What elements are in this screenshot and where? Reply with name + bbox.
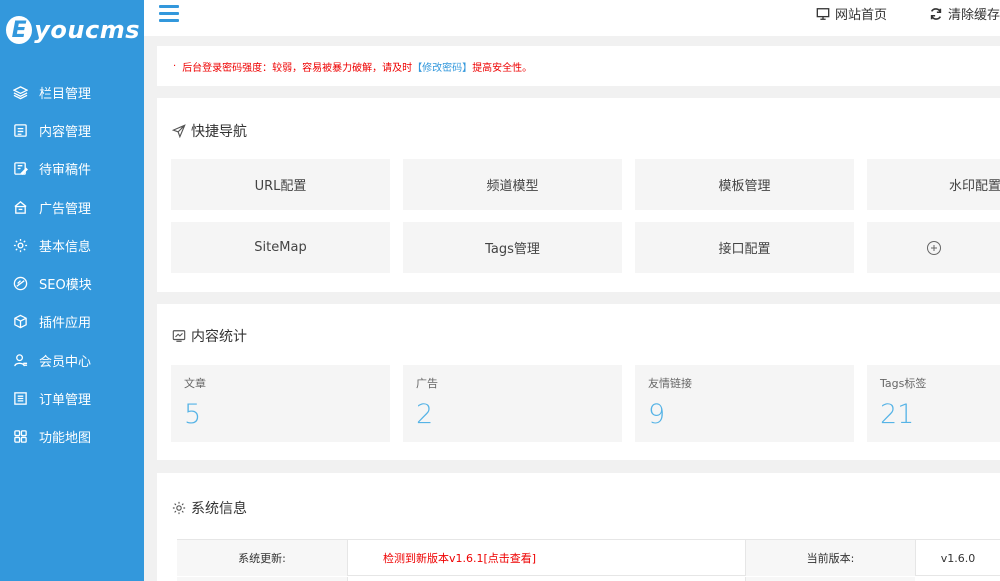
top-header: 网站首页 清除缓存 — [144, 0, 1000, 36]
menu-bar — [159, 19, 179, 22]
system-info-panel: 系统信息 系统更新: 检测到新版本v1.6.1[点击查看] 当前版本: v1.6… — [157, 473, 1000, 581]
sidebar-item-label: 功能地图 — [39, 431, 92, 447]
content-stats-panel: 内容统计 文章 5 广告 2 友情链接 9 Tags标签 21 — [157, 304, 1000, 460]
menu-bar — [159, 12, 179, 15]
quick-nav-title-text: 快捷导航 — [191, 124, 247, 140]
sidebar-nav: 栏目管理 内容管理 待审稿件 广告管理 基本信息 SEO模块 插件应用 会员中心… — [0, 73, 144, 456]
sidebar-item-orders[interactable]: 订单管理 — [0, 379, 144, 417]
stat-label: 友情链接 — [648, 377, 692, 390]
table-row — [177, 577, 1000, 581]
sysinfo-table: 系统更新: 检测到新版本v1.6.1[点击查看] 当前版本: v1.6.0 — [177, 539, 1000, 581]
order-icon — [12, 391, 28, 407]
stat-label: Tags标签 — [880, 377, 927, 390]
menu-bar — [159, 5, 179, 8]
grid-icon — [12, 429, 28, 445]
stat-card-links[interactable]: 友情链接 9 — [635, 365, 854, 442]
clear-cache-link[interactable]: 清除缓存 — [929, 4, 1000, 23]
gear-icon — [12, 237, 28, 253]
menu-toggle-button[interactable] — [159, 5, 179, 23]
sidebar-item-function-map[interactable]: 功能地图 — [0, 418, 144, 456]
notice-suffix: 提高安全性。 — [472, 62, 533, 74]
update-label: 系统更新: — [177, 540, 347, 576]
row-divider — [347, 577, 348, 581]
logo[interactable]: E youcms — [6, 10, 140, 50]
monitor-icon — [816, 7, 830, 20]
sidebar: E youcms 栏目管理 内容管理 待审稿件 广告管理 基本信息 SEO模块 — [0, 0, 144, 581]
paper-plane-icon — [172, 124, 186, 138]
gear-icon — [172, 501, 186, 515]
sidebar-item-label: SEO模块 — [39, 278, 92, 294]
plus-circle-icon — [926, 240, 941, 255]
logo-badge: E — [6, 16, 33, 44]
sidebar-item-basic-info[interactable]: 基本信息 — [0, 226, 144, 264]
stat-label: 广告 — [416, 377, 438, 390]
document-icon — [12, 122, 28, 138]
stats-title: 内容统计 — [172, 326, 247, 346]
notice-bullet: · — [173, 60, 177, 72]
sidebar-item-label: 待审稿件 — [39, 163, 92, 179]
stat-value: 2 — [416, 399, 434, 430]
sidebar-item-plugins[interactable]: 插件应用 — [0, 303, 144, 341]
stat-card-ads[interactable]: 广告 2 — [403, 365, 622, 442]
add-shortcut-button[interactable] — [867, 222, 1000, 273]
sidebar-item-label: 订单管理 — [39, 393, 92, 409]
stat-label: 文章 — [184, 377, 206, 390]
sysinfo-title: 系统信息 — [172, 498, 247, 518]
stat-value: 9 — [648, 399, 666, 430]
url-config-button[interactable]: URL配置 — [171, 159, 390, 210]
row-cell — [745, 577, 915, 581]
stat-card-articles[interactable]: 文章 5 — [171, 365, 390, 442]
row-cell — [177, 577, 347, 581]
sidebar-item-pending[interactable]: 待审稿件 — [0, 150, 144, 188]
site-home-label: 网站首页 — [835, 8, 888, 23]
site-home-link[interactable]: 网站首页 — [816, 4, 887, 23]
notice-prefix: 后台登录密码强度：较弱，容易被暴力破解，请及时 — [182, 62, 413, 74]
table-row: 系统更新: 检测到新版本v1.6.1[点击查看] 当前版本: v1.6.0 — [177, 540, 1000, 576]
api-config-button[interactable]: 接口配置 — [635, 222, 854, 273]
refresh-icon — [930, 7, 942, 20]
edit-document-icon — [12, 161, 28, 177]
stat-card-tags[interactable]: Tags标签 21 — [867, 365, 1000, 442]
template-manage-button[interactable]: 模板管理 — [635, 159, 854, 210]
watermark-config-button[interactable]: 水印配置 — [867, 159, 1000, 210]
password-notice: · 后台登录密码强度：较弱，容易被暴力破解，请及时 【修改密码】 提高安全性。 — [157, 46, 1000, 86]
layers-icon — [12, 84, 28, 100]
update-check-link[interactable]: 检测到新版本v1.6.1[点击查看] — [347, 540, 745, 576]
logo-text: youcms — [34, 16, 140, 44]
change-password-link[interactable]: 【修改密码】 — [412, 59, 472, 74]
sidebar-item-content[interactable]: 内容管理 — [0, 111, 144, 149]
clear-cache-label: 清除缓存 — [948, 8, 1000, 23]
sitemap-button[interactable]: SiteMap — [171, 222, 390, 273]
sidebar-item-seo[interactable]: SEO模块 — [0, 264, 144, 302]
sidebar-item-label: 会员中心 — [39, 354, 92, 370]
sidebar-item-label: 广告管理 — [39, 201, 92, 217]
sysinfo-title-text: 系统信息 — [191, 501, 247, 517]
channel-model-button[interactable]: 频道模型 — [403, 159, 622, 210]
user-icon — [12, 352, 28, 368]
version-value: v1.6.0 — [915, 540, 1000, 576]
sidebar-item-label: 栏目管理 — [39, 86, 92, 102]
sidebar-item-ads[interactable]: 广告管理 — [0, 188, 144, 226]
sidebar-item-label: 内容管理 — [39, 124, 92, 140]
tags-manage-button[interactable]: Tags管理 — [403, 222, 622, 273]
stat-value: 21 — [880, 399, 915, 430]
version-label: 当前版本: — [745, 540, 915, 576]
stat-value: 5 — [184, 399, 202, 430]
sidebar-item-members[interactable]: 会员中心 — [0, 341, 144, 379]
quick-nav-panel: 快捷导航 URL配置 频道模型 模板管理 水印配置 SiteMap Tags管理… — [157, 98, 1000, 292]
ad-icon — [12, 199, 28, 215]
stats-title-text: 内容统计 — [191, 329, 247, 345]
seo-icon — [12, 276, 28, 292]
sidebar-item-label: 基本信息 — [39, 239, 92, 255]
sidebar-item-column[interactable]: 栏目管理 — [0, 73, 144, 111]
sidebar-item-label: 插件应用 — [39, 316, 92, 332]
chart-monitor-icon — [172, 330, 186, 342]
quick-nav-title: 快捷导航 — [172, 121, 247, 141]
cube-icon — [12, 314, 28, 330]
